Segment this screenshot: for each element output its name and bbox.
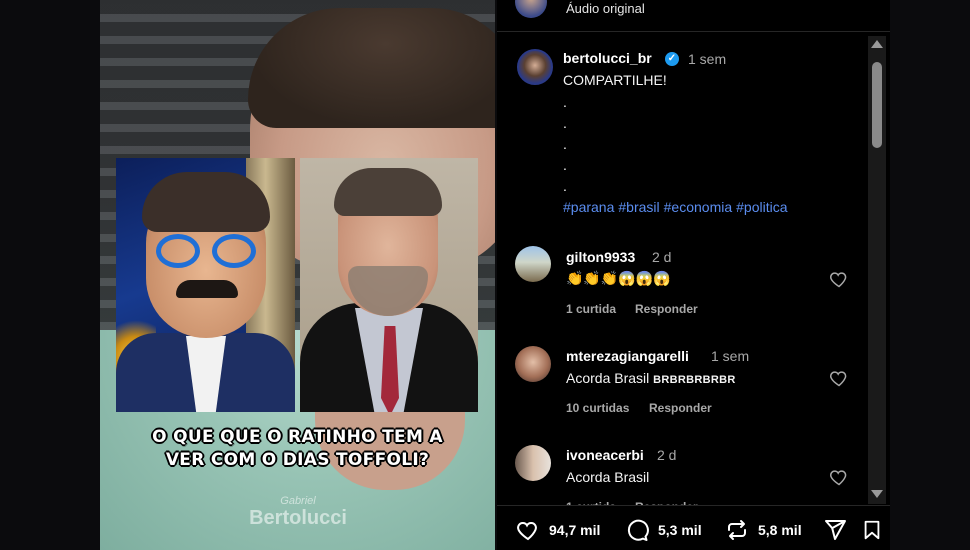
- heart-icon: [517, 521, 537, 541]
- audio-avatar[interactable]: [515, 0, 547, 18]
- commenter-username[interactable]: mterezagiangarelli: [566, 348, 689, 364]
- presenter-hair: [248, 8, 495, 128]
- author-username[interactable]: bertolucci_br: [563, 50, 652, 66]
- author-avatar[interactable]: [517, 49, 553, 85]
- like-button[interactable]: 94,7 mil: [515, 518, 600, 542]
- comment-icon: [627, 519, 649, 541]
- save-button[interactable]: [861, 518, 883, 542]
- heart-icon[interactable]: [829, 368, 849, 388]
- watermark-big: Bertolucci: [249, 507, 347, 529]
- caption-dot: .: [563, 94, 567, 110]
- comments-scrollbar[interactable]: [868, 36, 886, 504]
- post-details-panel: Áudio original bertolucci_br ✓ 1 sem COM…: [497, 0, 890, 550]
- send-icon: [825, 520, 846, 540]
- post-time: 1 sem: [688, 51, 727, 67]
- repost-count: 5,8 mil: [758, 522, 802, 538]
- scroll-down-arrow-icon[interactable]: [871, 490, 883, 498]
- caption-dot: .: [563, 115, 567, 131]
- comment-text: Acorda Brasil: [566, 469, 650, 485]
- caption-dot: .: [563, 178, 567, 194]
- inset-photo-toffoli: [300, 158, 478, 412]
- comment-time: 1 sem: [711, 348, 750, 364]
- caption-line-1: O QUE QUE O RATINHO TEM A: [152, 427, 443, 447]
- hashtag-link[interactable]: #politica: [736, 199, 787, 215]
- share-button[interactable]: [822, 518, 848, 542]
- bookmark-icon: [864, 520, 880, 540]
- commenter-avatar[interactable]: [515, 246, 551, 282]
- scrollbar-thumb[interactable]: [872, 62, 882, 148]
- verified-badge-icon: ✓: [665, 52, 679, 66]
- reply-button[interactable]: Responder: [649, 401, 712, 415]
- commenter-avatar[interactable]: [515, 346, 551, 382]
- audio-strip: Áudio original: [497, 0, 890, 32]
- repost-icon: [728, 520, 746, 540]
- commenter-avatar[interactable]: [515, 445, 551, 481]
- watermark-small: Gabriel: [280, 495, 316, 507]
- heart-icon[interactable]: [829, 269, 849, 289]
- comment-button[interactable]: 5,3 mil: [624, 518, 702, 542]
- hashtag-link[interactable]: #economia: [664, 199, 733, 215]
- post-caption-text: COMPARTILHE!: [563, 72, 667, 88]
- post-action-bar: 94,7 mil 5,3 mil 5,8 mil: [497, 505, 890, 550]
- comment-text-suffix: BRBRBRBRBR: [653, 374, 736, 386]
- comment-count: 5,3 mil: [658, 522, 702, 538]
- repost-button[interactable]: 5,8 mil: [724, 518, 802, 542]
- comment-text-main: Acorda Brasil: [566, 370, 650, 386]
- reply-button[interactable]: Responder: [635, 302, 698, 316]
- comment-time: 2 d: [657, 447, 677, 463]
- glasses: [156, 234, 260, 268]
- caption-line-2: VER COM O DIAS TOFFOLI?: [165, 450, 430, 470]
- caption-dot: .: [563, 136, 567, 152]
- creator-watermark: Gabriel Bertolucci: [238, 495, 358, 530]
- audio-label[interactable]: Áudio original: [566, 1, 645, 16]
- hashtag-list: #parana #brasil #economia #politica: [563, 199, 792, 215]
- video-player[interactable]: O QUE QUE O RATINHO TEM A VER COM O DIAS…: [100, 0, 495, 550]
- comment-like-count[interactable]: 1 curtida: [566, 302, 616, 316]
- hashtag-link[interactable]: #brasil: [618, 199, 659, 215]
- inset-photo-ratinho: [116, 158, 295, 412]
- scroll-up-arrow-icon[interactable]: [871, 40, 883, 48]
- like-count: 94,7 mil: [549, 522, 601, 538]
- comment-text: 👏👏👏😱😱😱: [566, 270, 671, 286]
- caption-dot: .: [563, 157, 567, 173]
- comment-like-count[interactable]: 10 curtidas: [566, 401, 629, 415]
- heart-icon[interactable]: [829, 467, 849, 487]
- commenter-username[interactable]: ivoneacerbi: [566, 447, 644, 463]
- hashtag-link[interactable]: #parana: [563, 199, 614, 215]
- video-caption: O QUE QUE O RATINHO TEM A VER COM O DIAS…: [140, 426, 455, 472]
- comment-text: Acorda Brasil BRBRBRBRBR: [566, 370, 736, 386]
- comment-time: 2 d: [652, 249, 672, 265]
- commenter-username[interactable]: gilton9933: [566, 249, 635, 265]
